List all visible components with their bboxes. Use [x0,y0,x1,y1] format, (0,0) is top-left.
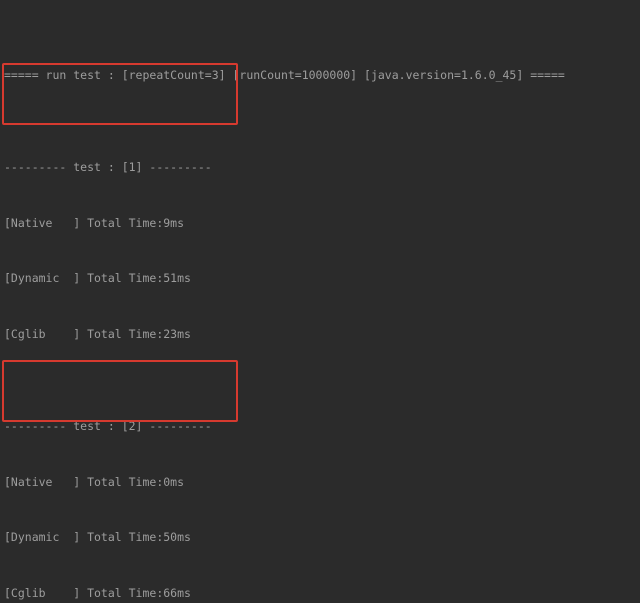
run1-test2-cglib: [Cglib ] Total Time:66ms [4,584,636,603]
run1-test1-dynamic: [Dynamic ] Total Time:51ms [4,269,636,288]
run1-test1-cglib: [Cglib ] Total Time:23ms [4,325,636,344]
terminal-output: ===== run test : [repeatCount=3] [runCou… [0,0,640,603]
run1-test1-title: --------- test : [1] --------- [4,158,636,177]
run1-header: ===== run test : [repeatCount=3] [runCou… [4,66,636,85]
run1-test2-dynamic: [Dynamic ] Total Time:50ms [4,528,636,547]
run1-test1-native: [Native ] Total Time:9ms [4,214,636,233]
run1-test2-native: [Native ] Total Time:0ms [4,473,636,492]
run1-test2-title: --------- test : [2] --------- [4,417,636,436]
highlight-box-run2-test1 [2,360,238,422]
